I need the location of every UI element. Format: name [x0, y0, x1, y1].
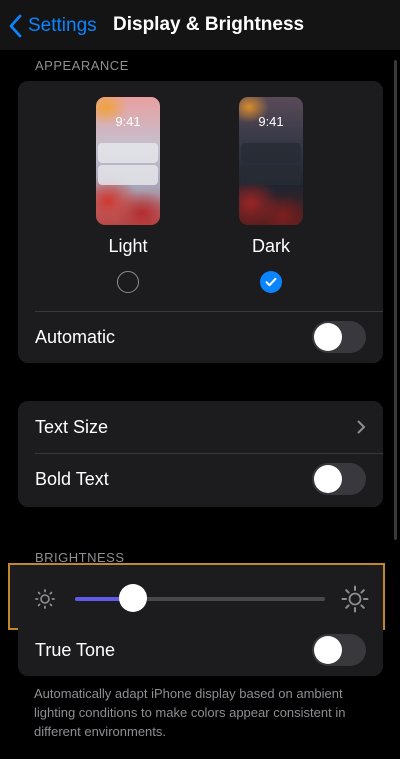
preview-time: 9:41: [258, 114, 284, 129]
light-mode-preview[interactable]: 9:41: [96, 97, 160, 225]
preview-notification: [241, 143, 301, 163]
toggle-knob: [314, 636, 342, 664]
automatic-label: Automatic: [35, 327, 116, 347]
true-tone-description: Automatically adapt iPhone display based…: [34, 686, 346, 739]
bold-text-label: Bold Text: [35, 469, 109, 489]
sun-large-icon: [341, 585, 369, 613]
appearance-group: 9:41 Light 9:41 Dark Automatic: [18, 81, 383, 363]
dark-mode-option[interactable]: 9:41 Dark: [211, 97, 331, 293]
brightness-slider-thumb[interactable]: [118, 584, 147, 612]
light-mode-label: Light: [108, 236, 148, 256]
preview-time: 9:41: [115, 114, 141, 129]
true-tone-toggle[interactable]: [312, 634, 366, 666]
toggle-knob: [314, 323, 342, 351]
light-mode-option[interactable]: 9:41 Light: [68, 97, 188, 293]
preview-notification: [98, 165, 158, 185]
text-size-label: Text Size: [35, 417, 109, 437]
chevron-right-icon: [357, 420, 365, 434]
dark-mode-preview[interactable]: 9:41: [239, 97, 303, 225]
sun-small-icon: [35, 589, 55, 609]
automatic-row: Automatic: [18, 311, 383, 363]
navigation-bar: Settings Display & Brightness: [0, 0, 400, 50]
text-settings-group: Text Size Bold Text: [18, 401, 383, 507]
preview-notification: [98, 143, 158, 163]
toggle-knob: [314, 465, 342, 493]
bold-text-toggle[interactable]: [312, 463, 366, 495]
brightness-slider-track[interactable]: [75, 597, 325, 601]
true-tone-row: True Tone: [18, 624, 383, 676]
scrollbar[interactable]: [394, 60, 397, 540]
divider: [35, 453, 383, 454]
dark-mode-radio[interactable]: [260, 271, 282, 293]
back-label: Settings: [28, 15, 97, 36]
dark-mode-label: Dark: [251, 236, 290, 256]
page-title: Display & Brightness: [113, 14, 305, 35]
chevron-left-icon: [9, 14, 22, 38]
checkmark-icon: [265, 277, 277, 287]
bold-text-row: Bold Text: [18, 453, 383, 505]
light-mode-radio[interactable]: [117, 271, 139, 293]
appearance-header: APPEARANCE: [35, 58, 129, 73]
brightness-slider-row: [18, 572, 383, 624]
preview-notification: [241, 165, 301, 185]
back-button[interactable]: Settings: [8, 12, 97, 40]
divider: [35, 311, 383, 312]
automatic-toggle[interactable]: [312, 321, 366, 353]
text-size-row[interactable]: Text Size: [18, 401, 383, 453]
true-tone-label: True Tone: [35, 640, 116, 660]
